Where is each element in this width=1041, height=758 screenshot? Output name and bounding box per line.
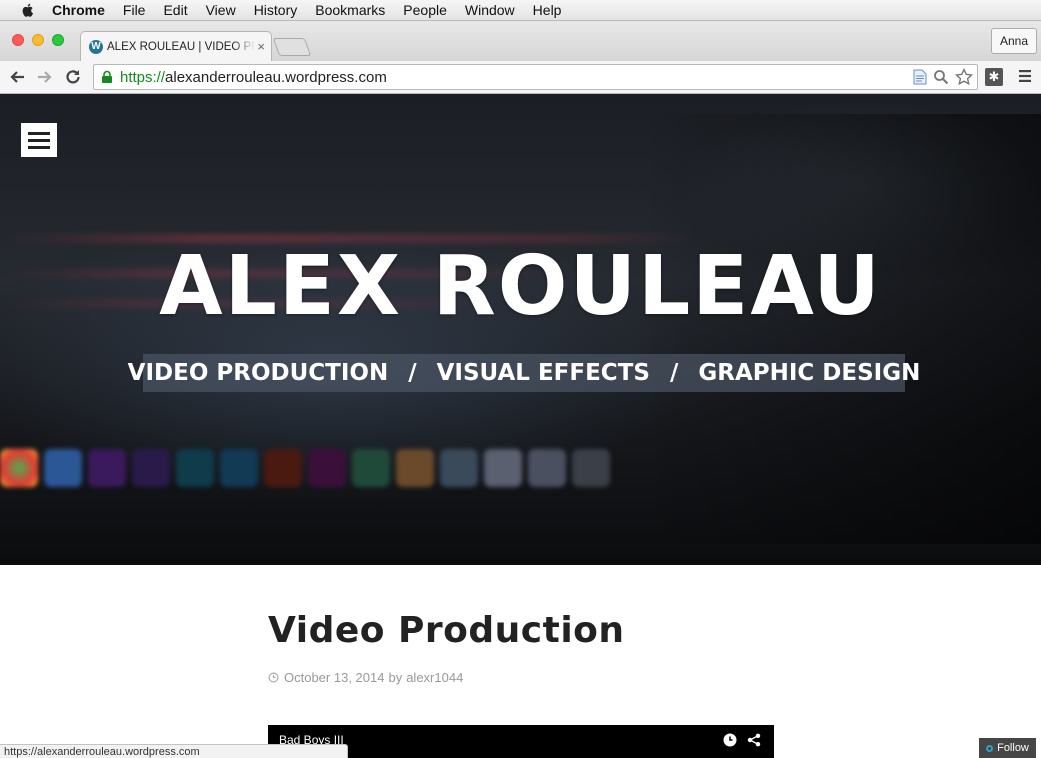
tab-close-icon[interactable]: × [257,39,265,54]
wordpress-favicon-icon: W [89,39,103,54]
post-title[interactable]: Video Production [268,610,625,651]
search-icon[interactable] [933,69,949,85]
window-zoom-button[interactable] [52,34,64,46]
menu-view[interactable]: View [206,2,236,18]
menu-file[interactable]: File [123,2,146,18]
wordpress-follow-icon [986,744,994,752]
profile-button[interactable]: Anna [990,28,1037,54]
tagline-visual-effects: VISUAL EFFECTS [436,360,650,386]
address-bar[interactable]: https:// alexanderrouleau.wordpress.com [93,64,978,90]
hero-bg-dock [0,449,640,495]
menu-history[interactable]: History [254,2,298,18]
reload-icon[interactable] [64,68,82,86]
url-host: alexanderrouleau.wordpress.com [165,68,387,86]
status-bubble-url: https://alexanderrouleau.wordpress.com [0,744,348,758]
back-arrow-icon[interactable] [8,68,26,86]
browser-tab-active[interactable]: W ALEX ROULEAU | VIDEO PRODUCTION × [80,31,272,61]
tagline-separator: / [408,360,417,386]
menu-window[interactable]: Window [465,2,515,18]
forward-arrow-icon[interactable] [36,68,54,86]
hero-banner: ALEX ROULEAU VIDEO PRODUCTION / VISUAL E… [0,94,1041,565]
extension-puzzle-icon[interactable]: ✱ [985,68,1003,86]
page-document-icon[interactable] [913,69,927,85]
apple-icon[interactable] [20,2,36,18]
new-tab-button[interactable] [272,38,312,56]
macos-menu-bar: Chrome File Edit View History Bookmarks … [0,0,1041,21]
hamburger-menu-button[interactable] [21,123,57,157]
window-close-button[interactable] [12,34,24,46]
site-title[interactable]: ALEX ROULEAU [0,232,1041,342]
tagline-separator: / [669,360,679,386]
bookmark-star-icon[interactable] [955,68,973,86]
menu-help[interactable]: Help [533,2,562,18]
browser-toolbar: https:// alexanderrouleau.wordpress.com … [0,61,1041,94]
post-date[interactable]: October 13, 2014 [284,670,384,685]
url-scheme: https:// [120,68,166,86]
lock-icon [102,70,112,83]
share-icon[interactable] [747,733,761,747]
menu-edit[interactable]: Edit [163,2,187,18]
window-minimize-button[interactable] [32,34,44,46]
post-by-label: by [388,670,403,685]
clock-icon [268,672,279,683]
chrome-menu-icon[interactable] [1018,69,1032,83]
post-meta: October 13, 2014 by alexr1044 [268,670,463,685]
menu-bookmarks[interactable]: Bookmarks [315,2,385,18]
follow-button[interactable]: Follow [979,738,1036,758]
tab-strip: W ALEX ROULEAU | VIDEO PRODUCTION × Anna [0,21,1041,61]
tagline-graphic-design: GRAPHIC DESIGN [698,360,921,386]
site-tagline: VIDEO PRODUCTION / VISUAL EFFECTS / GRAP… [128,354,920,392]
menu-people[interactable]: People [403,2,447,18]
follow-label: Follow [997,742,1029,754]
post-author[interactable]: alexr1044 [406,670,463,685]
watch-later-clock-icon[interactable] [723,733,737,747]
tab-title: ALEX ROULEAU | VIDEO PRODUCTION [107,40,255,53]
tagline-video-production: VIDEO PRODUCTION [127,360,389,386]
menu-app-chrome[interactable]: Chrome [52,2,105,18]
